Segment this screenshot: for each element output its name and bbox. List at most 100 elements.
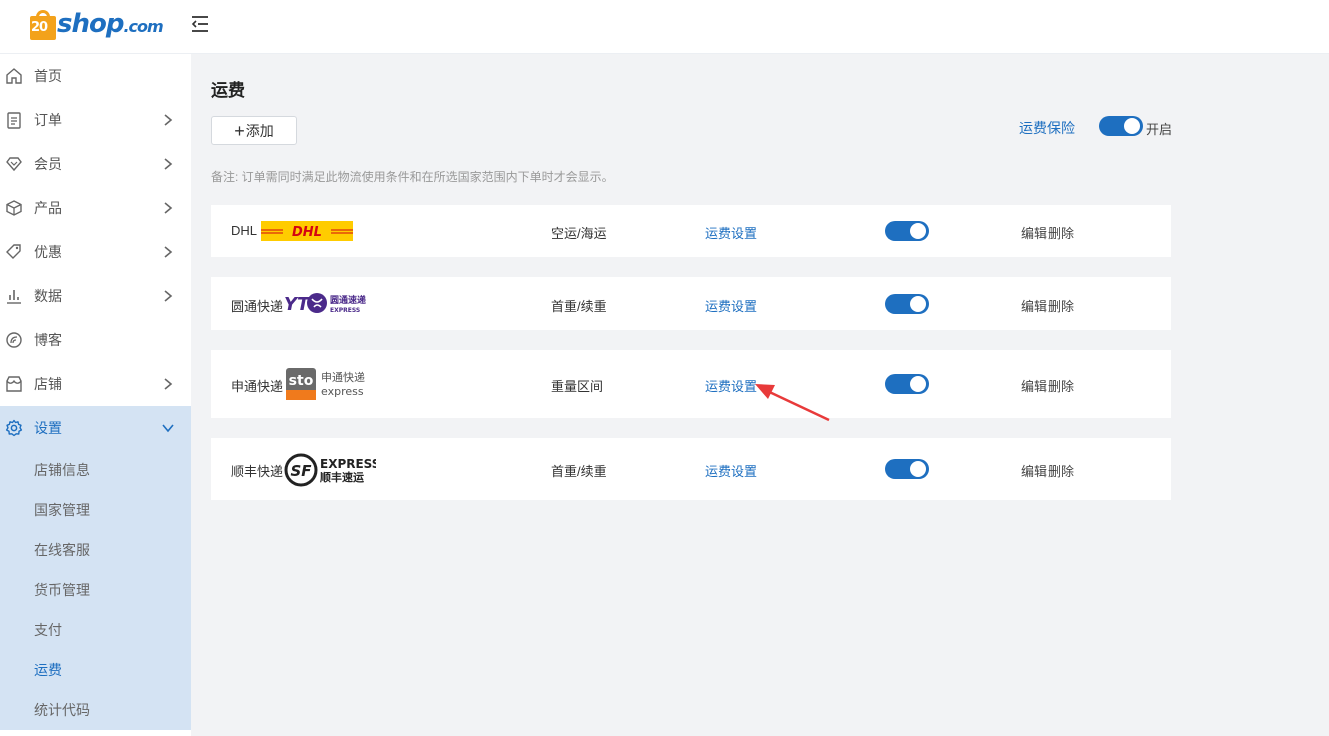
brand-logo[interactable]: 20 shop.com <box>30 6 164 42</box>
store-icon <box>6 376 22 392</box>
edit-link[interactable]: 编辑 <box>1021 223 1047 242</box>
submenu-online-service[interactable]: 在线客服 <box>0 530 191 570</box>
dhl-logo: DHL <box>261 221 353 241</box>
carrier-row-yto: 圆通快递 YT 圆通速递 EXPRESS 首重/续重 运费设置 编辑 删除 <box>211 277 1171 330</box>
sf-logo: SF EXPRESS 顺丰速运 <box>284 453 376 487</box>
settings-submenu: 店铺信息 国家管理 在线客服 货币管理 支付 运费 统计代码 <box>0 450 191 730</box>
chevron-down-icon <box>162 424 174 433</box>
submenu-currency[interactable]: 货币管理 <box>0 570 191 610</box>
sidebar-item-label: 博客 <box>34 332 62 348</box>
logo-badge-number: 20 <box>31 20 48 35</box>
chevron-right-icon <box>164 290 173 302</box>
delete-link[interactable]: 删除 <box>1048 461 1074 480</box>
chevron-right-icon <box>164 378 173 390</box>
sf-logo-cn: 顺丰速运 <box>320 470 364 484</box>
annotation-arrow-icon <box>755 384 830 422</box>
product-icon <box>6 200 22 216</box>
shipping-method: 重量区间 <box>551 379 604 394</box>
sidebar-item-label: 首页 <box>34 68 62 84</box>
fee-settings-link[interactable]: 运费设置 <box>705 223 757 242</box>
fee-settings-link[interactable]: 运费设置 <box>705 296 757 315</box>
sidebar-item-label: 会员 <box>34 156 62 172</box>
edit-link[interactable]: 编辑 <box>1021 461 1047 480</box>
delete-link[interactable]: 删除 <box>1048 376 1074 395</box>
edit-link[interactable]: 编辑 <box>1021 296 1047 315</box>
order-icon <box>7 112 21 129</box>
submenu-country[interactable]: 国家管理 <box>0 490 191 530</box>
sto-logo-en: express <box>321 385 364 398</box>
carrier-row-dhl: DHL DHL 空运/海运 运费设置 编辑 删除 <box>211 205 1171 257</box>
shipping-insurance-link[interactable]: 运费保险 <box>1019 118 1075 138</box>
member-icon <box>6 157 22 172</box>
coupon-icon <box>6 244 21 259</box>
logo-name: shop <box>57 9 124 39</box>
sidebar-item-label: 数据 <box>34 288 62 304</box>
add-button[interactable]: + 添加 <box>211 116 297 145</box>
yto-logo-cn: 圆通速递 <box>330 294 366 306</box>
submenu-analytics-code[interactable]: 统计代码 <box>0 690 191 730</box>
blog-icon <box>6 332 22 348</box>
sidebar-item-settings[interactable]: 设置 <box>0 406 191 450</box>
carrier-enable-toggle[interactable] <box>885 221 929 241</box>
chevron-right-icon <box>164 246 173 258</box>
logo-suffix: .com <box>123 17 163 36</box>
sidebar-item-home[interactable]: 首页 <box>0 54 191 98</box>
sidebar-item-data[interactable]: 数据 <box>0 274 191 318</box>
add-button-label: 添加 <box>245 122 274 139</box>
chevron-right-icon <box>164 114 173 126</box>
sidebar-item-label: 店铺 <box>34 376 62 392</box>
carrier-name: 申通快递 <box>231 379 284 394</box>
sidebar-item-label: 优惠 <box>34 244 62 260</box>
submenu-payment[interactable]: 支付 <box>0 610 191 650</box>
carrier-name: 圆通快递 <box>231 299 284 314</box>
edit-link[interactable]: 编辑 <box>1021 376 1047 395</box>
delete-link[interactable]: 删除 <box>1048 296 1074 315</box>
yto-logo: YT 圆通速递 EXPRESS <box>284 293 366 315</box>
carrier-enable-toggle[interactable] <box>885 374 929 394</box>
top-bar: 20 shop.com <box>0 0 1329 54</box>
settings-icon <box>5 419 23 437</box>
carrier-name: 顺丰快递 <box>231 464 284 479</box>
sf-logo-en: EXPRESS <box>320 457 376 471</box>
sidebar-item-orders[interactable]: 订单 <box>0 98 191 142</box>
sf-logo-text: SF <box>290 462 312 480</box>
plus-icon: + <box>234 120 245 141</box>
submenu-shipping[interactable]: 运费 <box>0 650 191 690</box>
sidebar-item-label: 产品 <box>34 200 62 216</box>
carrier-enable-toggle[interactable] <box>885 459 929 479</box>
sidebar-item-label: 设置 <box>34 420 62 436</box>
shipping-method: 空运/海运 <box>551 226 607 241</box>
chevron-right-icon <box>164 158 173 170</box>
collapse-menu-icon[interactable] <box>190 14 210 34</box>
carrier-row-sf: 顺丰快递 SF EXPRESS 顺丰速运 首重/续重 运费设置 编辑 删除 <box>211 438 1171 500</box>
sidebar-item-coupons[interactable]: 优惠 <box>0 230 191 274</box>
carrier-enable-toggle[interactable] <box>885 294 929 314</box>
sidebar: 首页 订单 会员 产品 优惠 数据 博客 店铺 设置 店铺信息 国家管理 在线客… <box>0 54 191 736</box>
sto-logo-text: sto <box>289 373 314 389</box>
shipping-method: 首重/续重 <box>551 464 607 479</box>
sidebar-item-store[interactable]: 店铺 <box>0 362 191 406</box>
chevron-right-icon <box>164 202 173 214</box>
sidebar-item-label: 订单 <box>34 112 62 128</box>
submenu-store-info[interactable]: 店铺信息 <box>0 450 191 490</box>
shopping-bag-icon: 20 <box>30 8 56 40</box>
delete-link[interactable]: 删除 <box>1048 223 1074 242</box>
shipping-method: 首重/续重 <box>551 299 607 314</box>
fee-settings-link[interactable]: 运费设置 <box>705 461 757 480</box>
page-title: 运费 <box>211 81 245 100</box>
sidebar-item-blog[interactable]: 博客 <box>0 318 191 362</box>
sto-logo-cn: 申通快递 <box>321 370 365 384</box>
sidebar-item-members[interactable]: 会员 <box>0 142 191 186</box>
carrier-name: DHL <box>231 223 258 238</box>
sidebar-item-products[interactable]: 产品 <box>0 186 191 230</box>
main-content: 运费 + 添加 运费保险 开启 备注: 订单需同时满足此物流使用条件和在所选国家… <box>191 54 1329 736</box>
carrier-row-sto: 申通快递 sto 申通快递 express 重量区间 运费设置 编辑 删除 <box>211 350 1171 418</box>
usage-note: 备注: 订单需同时满足此物流使用条件和在所选国家范围内下单时才会显示。 <box>211 170 614 184</box>
logo-wordmark: shop.com <box>57 9 164 39</box>
data-icon <box>7 290 21 304</box>
home-icon <box>6 68 22 84</box>
dhl-logo-text: DHL <box>292 225 322 240</box>
yto-logo-en: EXPRESS <box>330 307 360 314</box>
insurance-state-label: 开启 <box>1146 122 1173 137</box>
insurance-toggle[interactable] <box>1099 116 1143 136</box>
